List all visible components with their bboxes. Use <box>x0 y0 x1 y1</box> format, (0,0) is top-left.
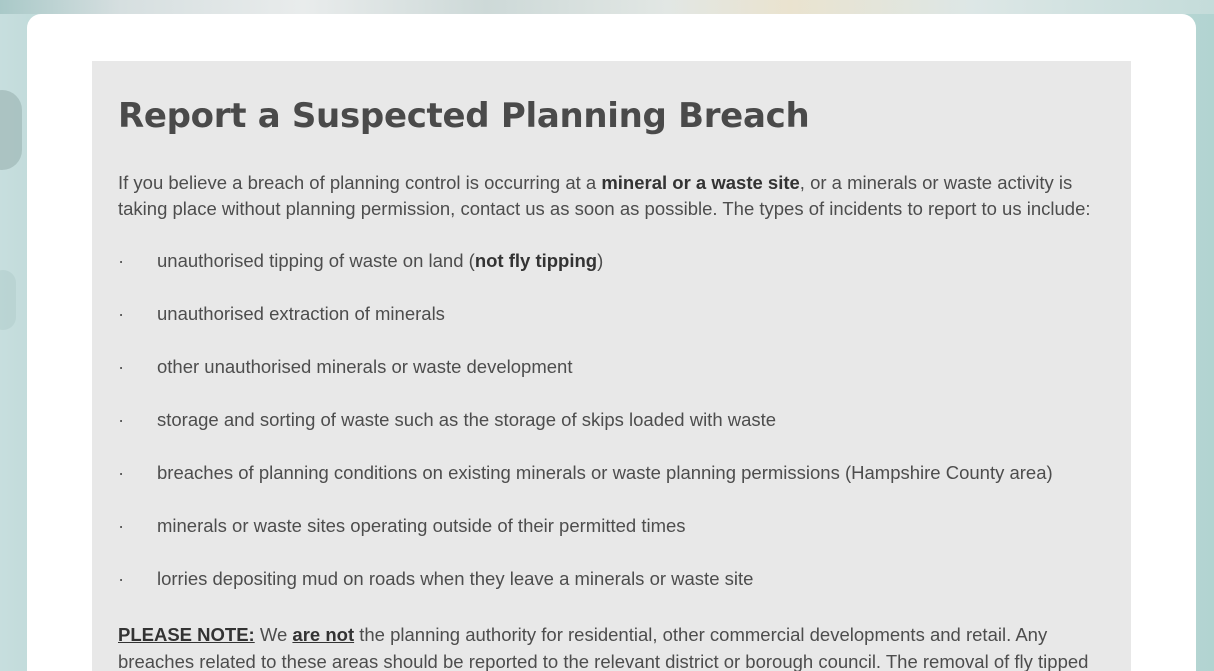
list-item-text: unauthorised extraction of minerals <box>157 303 445 324</box>
bullet-icon: · <box>118 515 125 536</box>
page-title: Report a Suspected Planning Breach <box>118 96 810 136</box>
list-item: · minerals or waste sites operating outs… <box>118 512 1108 565</box>
background-decoration <box>0 270 16 330</box>
list-item-text: storage and sorting of waste such as the… <box>157 409 777 430</box>
list-item: · unauthorised tipping of waste on land … <box>118 247 1108 300</box>
list-item-text: breaches of planning conditions on exist… <box>157 462 1053 483</box>
intro-paragraph: If you believe a breach of planning cont… <box>118 170 1108 222</box>
list-item-text-end: ) <box>597 250 604 271</box>
list-item-emphasis: not fly tipping <box>474 250 598 271</box>
bullet-icon: · <box>118 409 125 430</box>
bullet-icon: · <box>118 303 125 324</box>
list-item-text: minerals or waste sites operating outsid… <box>157 515 686 536</box>
incident-list: · unauthorised tipping of waste on land … <box>118 247 1108 618</box>
bullet-icon: · <box>118 568 125 589</box>
background-decoration <box>0 90 22 170</box>
list-item-text-start: unauthorised tipping of waste on land ( <box>157 250 475 271</box>
intro-text-start: If you believe a breach of planning cont… <box>118 172 602 193</box>
bullet-icon: · <box>118 250 125 271</box>
list-item: · other unauthorised minerals or waste d… <box>118 353 1108 406</box>
list-item: · unauthorised extraction of minerals <box>118 300 1108 353</box>
bullet-icon: · <box>118 462 125 483</box>
list-item-text: lorries depositing mud on roads when the… <box>157 568 754 589</box>
intro-emphasis: mineral or a waste site <box>601 172 800 193</box>
list-item-text: other unauthorised minerals or waste dev… <box>157 356 573 377</box>
note-emphasis: are not <box>292 624 355 645</box>
background-top-strip <box>0 0 1214 14</box>
list-item: · lorries depositing mud on roads when t… <box>118 565 1108 618</box>
note-text-start: We <box>254 624 293 645</box>
list-item-text: unauthorised tipping of waste on land (n… <box>157 247 603 275</box>
list-item: · storage and sorting of waste such as t… <box>118 406 1108 459</box>
bullet-icon: · <box>118 356 125 377</box>
note-label: PLEASE NOTE: <box>118 624 255 645</box>
list-item: · breaches of planning conditions on exi… <box>118 459 1108 512</box>
note-paragraph: PLEASE NOTE: We are not the planning aut… <box>118 621 1108 671</box>
